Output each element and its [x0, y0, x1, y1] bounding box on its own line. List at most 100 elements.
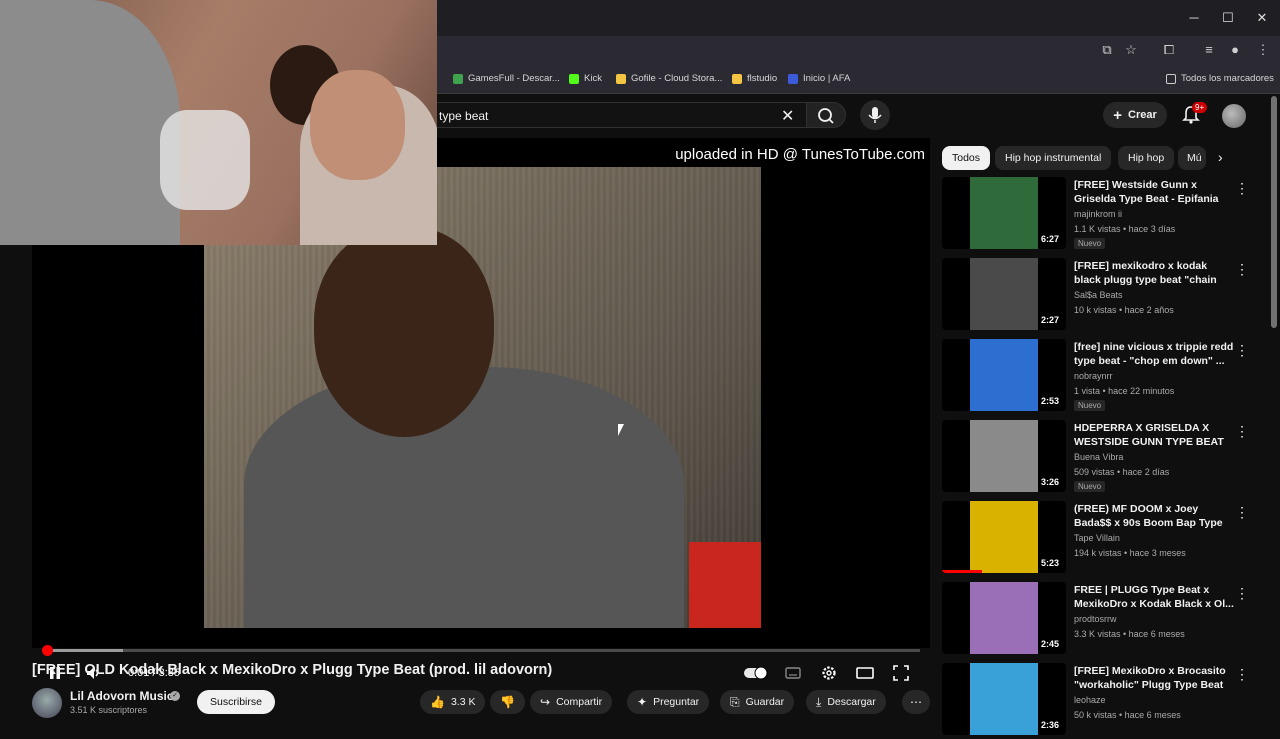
bookmark-gofile[interactable]: Gofile - Cloud Stora... — [616, 73, 722, 84]
thumbnail-art — [970, 582, 1038, 654]
recommendation-title[interactable]: [FREE] mexikodro x kodak black plugg typ… — [1074, 259, 1234, 289]
share-button[interactable]: ↪ Compartir — [530, 690, 613, 714]
recommendation-meta: 10 k vistas • hace 2 años — [1074, 305, 1174, 315]
more-horizontal-icon: ⋯ — [910, 695, 922, 709]
dislike-button[interactable]: 👎 — [490, 690, 525, 714]
recommendation-title[interactable]: HDEPERRA X GRISELDA X WESTSIDE GUNN TYPE… — [1074, 421, 1234, 451]
more-vertical-icon[interactable]: ⋮ — [1235, 423, 1249, 440]
new-badge: Nuevo — [1074, 400, 1106, 411]
video-thumbnail[interactable]: 2:36 — [942, 663, 1066, 735]
kick-icon — [569, 73, 579, 84]
theater-mode-button[interactable] — [856, 664, 874, 682]
chevron-right-icon[interactable]: › — [1218, 149, 1223, 165]
all-bookmarks-button[interactable]: Todos los marcadores — [1166, 73, 1274, 84]
create-button[interactable]: + Crear — [1103, 102, 1167, 128]
subscribe-button[interactable]: Suscribirse — [197, 690, 275, 714]
recommendation-meta: 194 k vistas • hace 3 meses — [1074, 548, 1186, 558]
recommendation-channel[interactable]: Buena Vibra — [1074, 452, 1123, 462]
channel-name[interactable]: Lil Adovorn Music — [70, 689, 174, 703]
more-vertical-icon[interactable]: ⋮ — [1235, 585, 1249, 602]
subtitles-button[interactable] — [784, 664, 802, 682]
recommendation-channel[interactable]: leohaze — [1074, 695, 1106, 705]
settings-button[interactable] — [820, 664, 838, 682]
recommendation-channel[interactable]: nobraynrr — [1074, 371, 1113, 381]
voice-search-button[interactable] — [860, 100, 890, 130]
fullscreen-button[interactable] — [892, 664, 910, 682]
plus-icon: + — [1113, 106, 1122, 124]
recommendation-channel[interactable]: Sal$a Beats — [1074, 290, 1123, 300]
chip-musica[interactable]: Mú — [1178, 146, 1206, 170]
recommendation-item[interactable]: 2:27 [FREE] mexikodro x kodak black plugg… — [942, 258, 1262, 334]
webcam-person-left — [0, 0, 180, 245]
chip-hip-hop[interactable]: Hip hop — [1118, 146, 1175, 170]
bookmark-kick[interactable]: Kick — [569, 73, 602, 84]
more-vertical-icon[interactable]: ⋮ — [1235, 180, 1249, 197]
media-control-icon[interactable]: ≡ — [1200, 41, 1218, 59]
clear-search-icon[interactable]: ✕ — [781, 106, 794, 126]
more-vertical-icon[interactable]: ⋮ — [1235, 342, 1249, 359]
folder-icon — [732, 73, 742, 84]
save-button[interactable]: ⎘ Guardar — [720, 690, 795, 714]
recommendation-item[interactable]: 2:53 [free] nine vicious x trippie redd t… — [942, 339, 1262, 415]
more-vertical-icon[interactable]: ⋮ — [1235, 666, 1249, 683]
video-thumbnail[interactable]: 2:27 — [942, 258, 1066, 330]
download-icon: ⤓ — [816, 694, 822, 709]
video-thumbnail[interactable]: 3:26 — [942, 420, 1066, 492]
profile-icon[interactable]: ● — [1226, 41, 1244, 59]
bookmark-star-icon[interactable]: ☆ — [1122, 41, 1140, 59]
more-actions-button[interactable]: ⋯ — [902, 690, 930, 714]
more-vertical-icon[interactable]: ⋮ — [1235, 261, 1249, 278]
account-avatar[interactable] — [1222, 104, 1246, 128]
video-thumbnail[interactable]: 5:23 — [942, 501, 1066, 573]
recommendation-title[interactable]: FREE | PLUGG Type Beat x MexikoDro x Kod… — [1074, 583, 1234, 611]
bookmark-gamesfull[interactable]: GamesFull - Descar... — [453, 73, 560, 84]
duration-badge: 2:36 — [1037, 719, 1062, 731]
download-button[interactable]: ⤓ Descargar — [806, 690, 886, 714]
search-input[interactable]: type beat — [380, 102, 806, 128]
video-thumbnail[interactable]: 2:45 — [942, 582, 1066, 654]
thumbs-up-icon: 👍 — [430, 695, 445, 709]
video-thumbnail[interactable]: 6:27 — [942, 177, 1066, 249]
extensions-icon[interactable]: ⧠ — [1160, 41, 1178, 59]
recommendation-title[interactable]: (FREE) MF DOOM x Joey Bada$$ x 90s Boom … — [1074, 502, 1234, 532]
recommendation-channel[interactable]: majinkrom ii — [1074, 209, 1122, 219]
thumbnail-art — [970, 258, 1038, 330]
recommendation-item[interactable]: 2:45 FREE | PLUGG Type Beat x MexikoDro x… — [942, 582, 1262, 658]
recommendation-title[interactable]: [FREE] Westside Gunn x Griselda Type Bea… — [1074, 178, 1234, 206]
progress-scrubber[interactable] — [41, 645, 53, 656]
thumbnail-art — [970, 339, 1038, 411]
recommendation-meta: 3.3 K vistas • hace 6 meses — [1074, 629, 1185, 639]
ask-button[interactable]: ✦ Preguntar — [627, 690, 710, 714]
chip-todos[interactable]: Todos — [942, 146, 991, 170]
bookmark-afa[interactable]: Inicio | AFA — [788, 73, 850, 84]
more-vertical-icon[interactable]: ⋮ — [1235, 504, 1249, 521]
maximize-icon[interactable]: ☐ — [1218, 8, 1238, 28]
share-icon: ↪ — [540, 695, 551, 709]
channel-avatar[interactable] — [32, 688, 62, 718]
webcam-chair — [160, 110, 250, 210]
close-window-icon[interactable]: ✕ — [1252, 8, 1272, 28]
video-thumbnail[interactable]: 2:53 — [942, 339, 1066, 411]
browser-menu-icon[interactable]: ⋮ — [1254, 41, 1272, 59]
like-button[interactable]: 👍 3.3 K — [420, 690, 486, 714]
search-button[interactable] — [806, 102, 846, 128]
bookmark-flstudio[interactable]: flstudio — [732, 73, 777, 84]
page-scrollbar[interactable] — [1270, 94, 1278, 720]
recommendation-item[interactable]: 2:36 [FREE] MexikoDro x Brocasito "workah… — [942, 663, 1262, 739]
recommendation-item[interactable]: 6:27 [FREE] Westside Gunn x Griselda Type… — [942, 177, 1262, 253]
recommendation-meta: 509 vistas • hace 2 días — [1074, 467, 1170, 477]
scrollbar-thumb[interactable] — [1271, 96, 1277, 328]
recommendation-item[interactable]: 5:23 (FREE) MF DOOM x Joey Bada$$ x 90s B… — [942, 501, 1262, 577]
progress-bar[interactable] — [41, 645, 920, 656]
chip-hip-hop-instrumental[interactable]: Hip hop instrumental — [995, 146, 1112, 170]
recommendation-channel[interactable]: prodtosrrw — [1074, 614, 1117, 624]
minimize-icon[interactable]: ─ — [1184, 8, 1204, 28]
recommendation-title[interactable]: [FREE] MexikoDro x Brocasito "workaholic… — [1074, 664, 1234, 694]
recommendation-channel[interactable]: Tape Villain — [1074, 533, 1120, 543]
recommendation-item[interactable]: 3:26 HDEPERRA X GRISELDA X WESTSIDE GUNN … — [942, 420, 1262, 496]
recommendation-title[interactable]: [free] nine vicious x trippie redd type … — [1074, 340, 1234, 368]
install-app-icon[interactable]: ⧉ — [1098, 41, 1116, 59]
watched-progress — [942, 570, 982, 573]
autoplay-toggle[interactable] — [743, 664, 769, 682]
new-badge: Nuevo — [1074, 481, 1106, 492]
